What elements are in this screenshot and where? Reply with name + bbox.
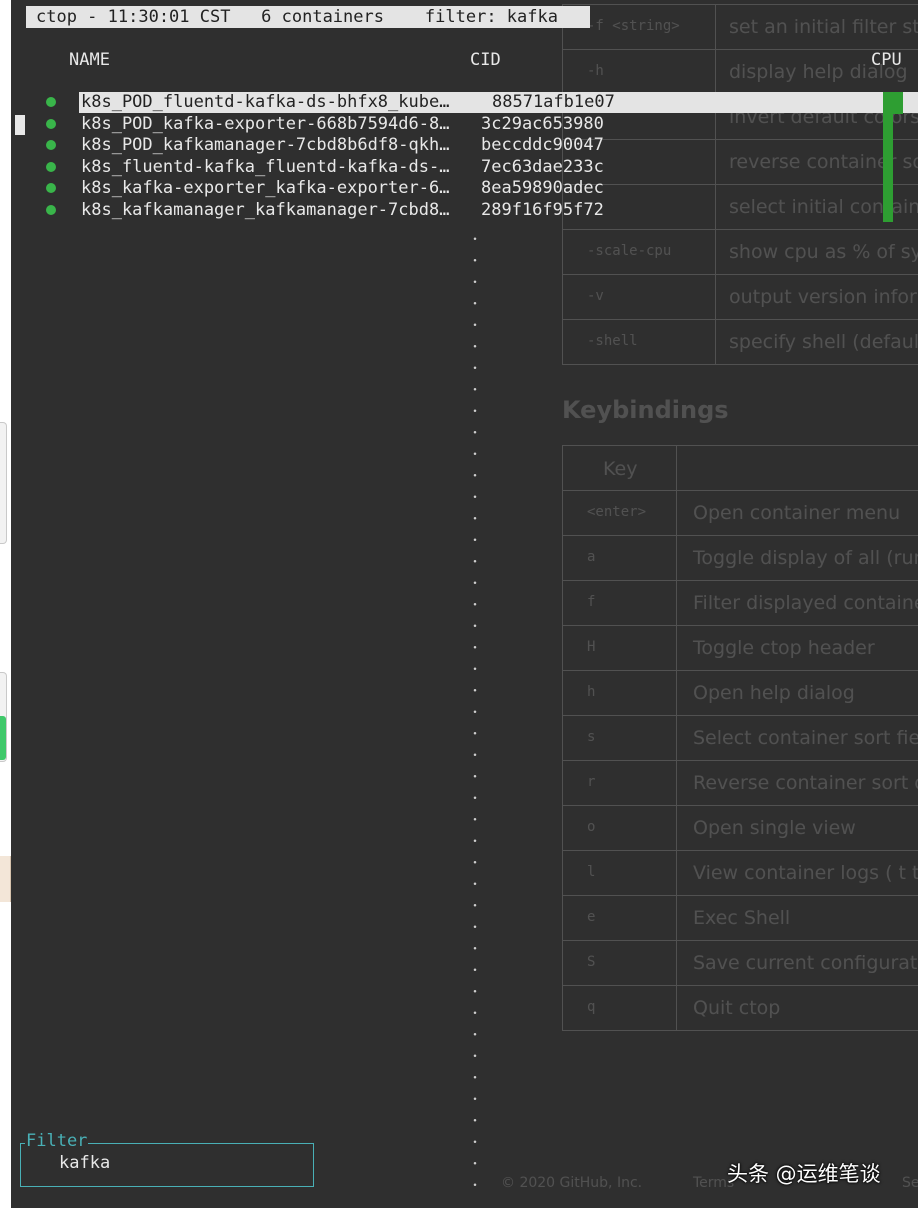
column-header-cpu[interactable]: CPU [871,50,902,70]
column-header-name[interactable]: NAME [69,50,110,70]
left-edge-tan-marker [0,856,11,902]
container-row[interactable]: k8s_fluentd-kafka_fluentd-kafka-ds-… 7ec6… [11,157,918,178]
container-row[interactable]: k8s_POD_kafkamanager-7cbd8b6df8-qkh… becc… [11,135,918,156]
container-id: 8ea59890adec [481,178,604,198]
status-running-icon [46,162,56,172]
container-id: beccddc90047 [481,135,604,155]
container-id: 289f16f95f72 [481,200,604,220]
container-row[interactable]: k8s_kafka-exporter_kafka-exporter-6… 8ea5… [11,178,918,199]
container-name: k8s_POD_kafka-exporter-668b7594d6-8… [81,114,450,134]
container-id: 3c29ac653980 [481,114,604,134]
container-name: k8s_POD_kafkamanager-7cbd8b6df8-qkh… [81,135,450,155]
filter-label: Filter [25,1131,89,1151]
status-running-icon [46,140,56,150]
status-running-icon [46,119,56,129]
ctop-header: ctop - 11:30:01 CST 6 containers filter:… [26,6,590,28]
ctop-app[interactable]: ctop - 11:30:01 CST 6 containers filter:… [11,0,918,1208]
cpu-usage-bar [883,92,893,222]
container-row[interactable]: k8s_POD_kafka-exporter-668b7594d6-8… 3c29… [11,114,918,135]
container-name: k8s_POD_fluentd-kafka-ds-bhfx8_kube… [81,92,450,112]
status-running-icon [46,183,56,193]
status-running-icon [46,205,56,215]
left-edge-green-marker [0,716,6,760]
container-id: 7ec63dae233c [481,157,604,177]
container-row[interactable]: k8s_POD_fluentd-kafka-ds-bhfx8_kube… 8857… [11,92,918,113]
cpu-usage-bar-segment [893,92,903,114]
container-row[interactable]: k8s_kafkamanager_kafkamanager-7cbd8… 289f… [11,200,918,221]
container-name: k8s_fluentd-kafka_fluentd-kafka-ds-… [81,157,450,177]
left-window-strip [0,0,11,1208]
column-separator [472,228,478,1198]
container-name: k8s_kafkamanager_kafkamanager-7cbd8… [81,200,450,220]
container-name: k8s_kafka-exporter_kafka-exporter-6… [81,178,450,198]
column-header-cid[interactable]: CID [470,50,501,70]
filter-input[interactable]: kafka [59,1153,110,1173]
watermark-text: 头条 @运维笔谈 [727,1162,881,1186]
terminal-window[interactable]: -f <string> set an initial filter stri -h d… [11,0,918,1208]
status-running-icon [46,97,56,107]
container-id: 88571afb1e07 [492,92,615,112]
left-edge-tab [0,422,7,544]
terminal-cursor [15,115,25,135]
